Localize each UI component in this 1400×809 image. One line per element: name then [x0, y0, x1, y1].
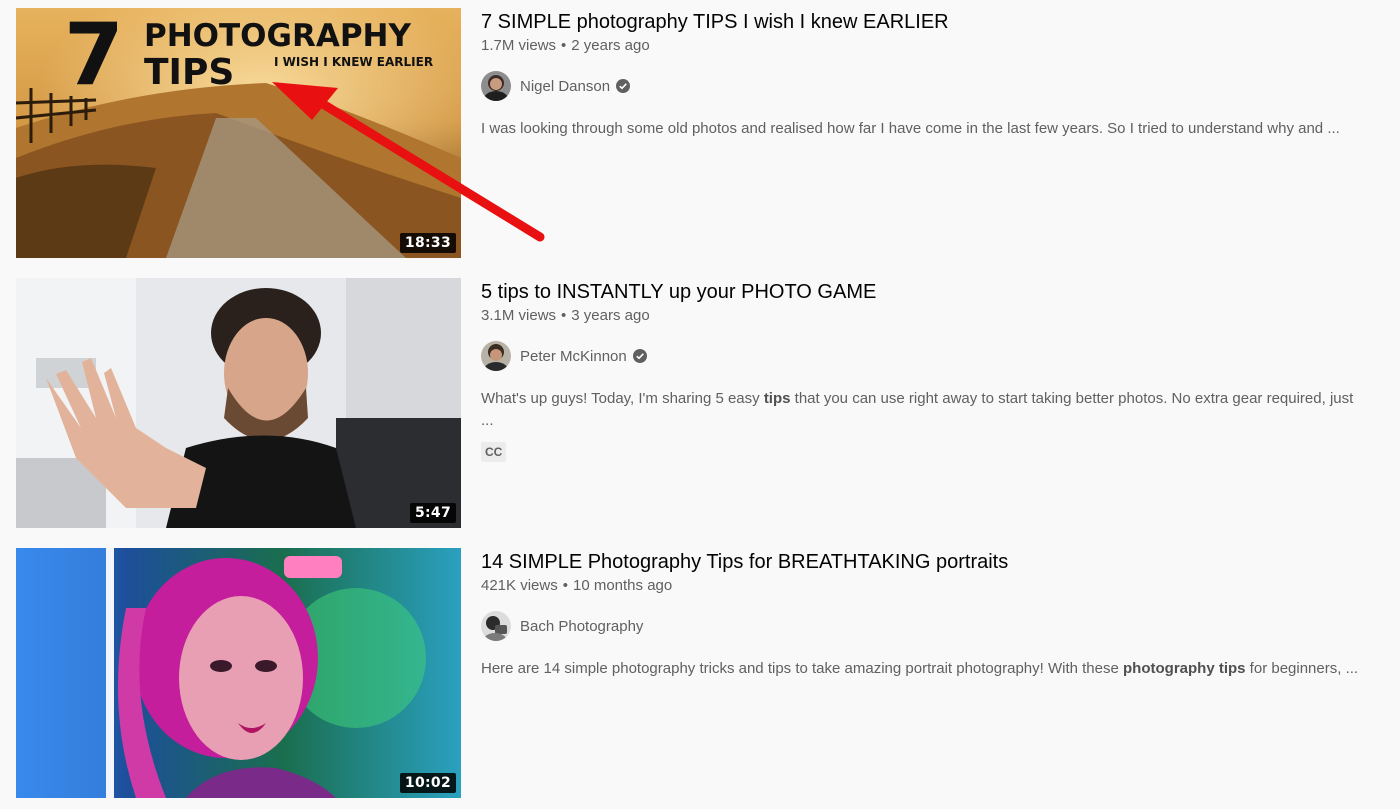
search-results: 7 PHOTOGRAPHY TIPS I WISH I KNEW EARLIER…	[0, 0, 1400, 809]
video-thumbnail[interactable]: 10:02	[16, 548, 461, 798]
video-metadata: 421K views • 10 months ago	[481, 576, 1361, 596]
avatar[interactable]	[481, 71, 511, 101]
thumbnail-image	[16, 548, 461, 798]
video-duration: 5:47	[409, 503, 456, 523]
video-result[interactable]: 10:02 14 SIMPLE Photography Tips for BRE…	[0, 548, 1400, 800]
description-text: What's up guys! Today, I'm sharing 5 eas…	[481, 390, 764, 407]
description-highlight: tips	[763, 390, 791, 407]
video-thumbnail[interactable]: 7 PHOTOGRAPHY TIPS I WISH I KNEW EARLIER…	[16, 8, 461, 258]
channel-name[interactable]: Peter McKinnon	[520, 348, 627, 365]
video-metadata: 3.1M views • 3 years ago	[481, 306, 1361, 326]
video-duration: 18:33	[399, 233, 456, 253]
svg-text:I WISH I KNEW EARLIER: I WISH I KNEW EARLIER	[274, 55, 433, 69]
thumbnail-image	[16, 278, 461, 528]
closed-captions-badge: CC	[481, 442, 507, 462]
upload-age: 3 years ago	[571, 307, 650, 324]
description-text: for beginners, ...	[1245, 660, 1359, 677]
upload-age: 10 months ago	[572, 577, 673, 594]
video-result[interactable]: 5:47 5 tips to INSTANTLY up your PHOTO G…	[0, 278, 1400, 530]
description-text: Here are 14 simple photography tricks an…	[481, 660, 1124, 677]
upload-age: 2 years ago	[571, 37, 650, 54]
channel-link[interactable]: Nigel Danson	[481, 70, 1361, 102]
channel-link[interactable]: Bach Photography	[481, 610, 1361, 642]
video-description: I was looking through some old photos an…	[481, 120, 1340, 137]
verified-badge-icon	[616, 79, 631, 93]
svg-text:7: 7	[64, 8, 124, 105]
thumbnail-image: 7 PHOTOGRAPHY TIPS I WISH I KNEW EARLIER	[16, 8, 461, 258]
svg-text:PHOTOGRAPHY: PHOTOGRAPHY	[144, 18, 411, 54]
meta-separator: •	[561, 37, 567, 54]
channel-link[interactable]: Peter McKinnon	[481, 340, 1361, 372]
svg-text:TIPS: TIPS	[144, 52, 234, 93]
video-info: 5 tips to INSTANTLY up your PHOTO GAME 3…	[481, 278, 1361, 462]
video-title[interactable]: 14 SIMPLE Photography Tips for BREATHTAK…	[481, 548, 1361, 576]
meta-separator: •	[561, 307, 567, 324]
view-count: 3.1M views	[481, 307, 557, 324]
verified-badge-icon	[632, 349, 647, 363]
video-thumbnail[interactable]: 5:47	[16, 278, 461, 528]
view-count: 1.7M views	[481, 37, 557, 54]
video-duration: 10:02	[399, 773, 456, 793]
avatar[interactable]	[481, 341, 511, 371]
video-description: What's up guys! Today, I'm sharing 5 eas…	[481, 388, 1361, 432]
channel-name[interactable]: Nigel Danson	[520, 78, 610, 95]
video-info: 7 SIMPLE photography TIPS I wish I knew …	[481, 8, 1361, 140]
video-title[interactable]: 7 SIMPLE photography TIPS I wish I knew …	[481, 8, 1361, 36]
channel-name[interactable]: Bach Photography	[520, 618, 643, 635]
video-description: Here are 14 simple photography tricks an…	[481, 658, 1361, 680]
view-count: 421K views	[481, 577, 558, 594]
avatar[interactable]	[481, 611, 511, 641]
video-result[interactable]: 7 PHOTOGRAPHY TIPS I WISH I KNEW EARLIER…	[0, 8, 1400, 260]
video-title[interactable]: 5 tips to INSTANTLY up your PHOTO GAME	[481, 278, 1361, 306]
description-highlight: photography tips	[1123, 660, 1246, 677]
video-info: 14 SIMPLE Photography Tips for BREATHTAK…	[481, 548, 1361, 680]
video-metadata: 1.7M views • 2 years ago	[481, 36, 1361, 56]
meta-separator: •	[562, 577, 568, 594]
